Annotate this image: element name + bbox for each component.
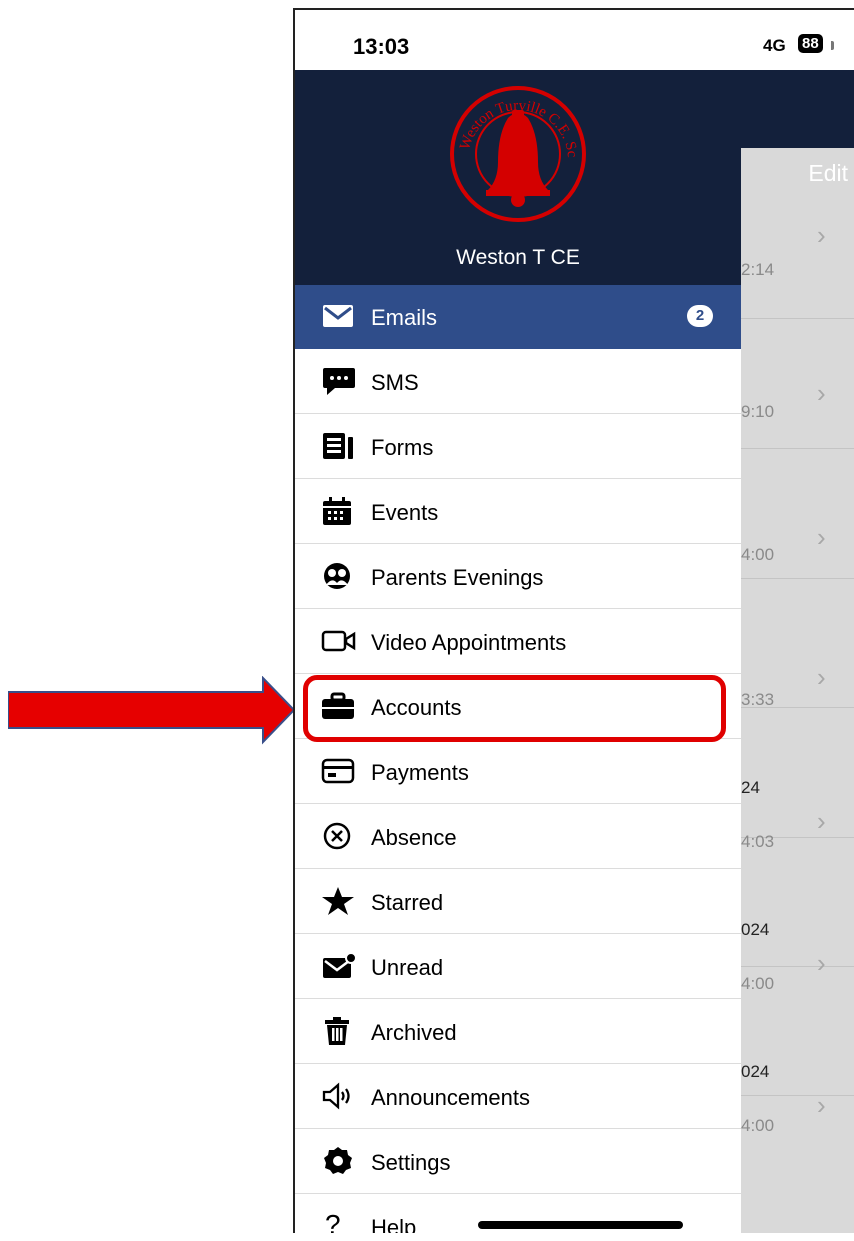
message-time: 3:33: [741, 690, 775, 709]
menu-item-video-appointments[interactable]: Video Appointments: [295, 610, 741, 674]
battery-tip: [831, 41, 834, 50]
menu-item-label: Starred: [371, 890, 444, 915]
background-header: Edit: [741, 70, 854, 186]
question-icon: ?: [325, 1209, 341, 1233]
message-date: 24: [741, 778, 760, 797]
mail-icon: [321, 301, 357, 331]
status-time: 13:03: [353, 34, 410, 59]
calendar-icon: [321, 496, 357, 526]
message-date: 024: [741, 1062, 770, 1081]
menu-item-settings[interactable]: Settings: [295, 1130, 741, 1194]
chevron-right-icon[interactable]: ›: [817, 806, 826, 837]
unread-mail-icon: [321, 951, 357, 981]
chevron-right-icon[interactable]: ›: [817, 522, 826, 553]
message-time: 4:00: [741, 545, 775, 564]
chevron-right-icon[interactable]: ›: [817, 1090, 826, 1121]
menu-item-label: Help: [371, 1215, 417, 1233]
menu-item-label: Parents Evenings: [371, 565, 544, 590]
school-name: Weston T CE: [456, 246, 580, 269]
people-icon: [321, 561, 357, 591]
menu-item-label: Emails: [371, 305, 438, 330]
chevron-right-icon[interactable]: ›: [817, 948, 826, 979]
menu-item-label: SMS: [371, 370, 419, 395]
menu-item-label: Archived: [371, 1020, 457, 1045]
message-date: 024: [741, 920, 770, 939]
menu-item-unread[interactable]: Unread: [295, 935, 741, 999]
menu-item-emails[interactable]: Emails 2: [295, 285, 741, 349]
message-time: 4:00: [741, 1116, 775, 1135]
menu-item-sms[interactable]: SMS: [295, 350, 741, 414]
school-logo: Weston Turville C.E. School: [442, 70, 590, 237]
annotation-highlight-box: [303, 675, 726, 742]
menu-item-label: Forms: [371, 435, 434, 460]
menu-item-label: Absence: [371, 825, 457, 850]
star-icon: [321, 886, 357, 916]
x-circle-icon: [321, 821, 357, 851]
menu-item-absence[interactable]: Absence: [295, 805, 741, 869]
trash-icon: [321, 1016, 357, 1046]
speaker-icon: [321, 1081, 357, 1111]
gear-icon: [321, 1146, 357, 1176]
message-time: 2:14: [741, 260, 775, 279]
menu-item-starred[interactable]: Starred: [295, 870, 741, 934]
message-time: 9:10: [741, 402, 775, 421]
chat-bubble-icon: [321, 366, 357, 396]
menu-item-label: Unread: [371, 955, 444, 980]
menu-item-forms[interactable]: Forms: [295, 415, 741, 479]
message-time: 4:00: [741, 974, 775, 993]
chevron-right-icon[interactable]: ›: [817, 378, 826, 409]
background-message-list: Edit 2:14 › 9:10 › 4:00 › 3:33 › 24 4:03…: [741, 10, 854, 1233]
menu-item-label: Video Appointments: [371, 630, 567, 655]
edit-button[interactable]: Edit: [808, 160, 848, 187]
menu-item-label: Payments: [371, 760, 469, 785]
chevron-right-icon[interactable]: ›: [817, 220, 826, 251]
form-icon: [321, 431, 357, 461]
menu-item-events[interactable]: Events: [295, 480, 741, 544]
menu-item-label: Events: [371, 500, 439, 525]
phone-screen: Edit 2:14 › 9:10 › 4:00 › 3:33 › 24 4:03…: [293, 8, 854, 1233]
menu-item-announcements[interactable]: Announcements: [295, 1065, 741, 1129]
unread-count-badge: 2: [687, 305, 713, 327]
menu-item-payments[interactable]: Payments: [295, 740, 741, 804]
video-camera-icon: [321, 626, 357, 656]
network-indicator: 4G: [763, 36, 786, 55]
chevron-right-icon[interactable]: ›: [817, 662, 826, 693]
menu-item-label: Settings: [371, 1150, 451, 1175]
menu-item-parents-evenings[interactable]: Parents Evenings: [295, 545, 741, 609]
annotation-arrow: [7, 675, 298, 751]
side-drawer: 13:03 Weston Turville C.E. School: [295, 10, 741, 1233]
status-bar: 13:03: [295, 10, 741, 70]
battery-indicator: 88: [798, 34, 823, 53]
menu-item-archived[interactable]: Archived: [295, 1000, 741, 1064]
drawer-header: Weston Turville C.E. School Weston T CE: [295, 70, 741, 285]
home-indicator[interactable]: [478, 1221, 683, 1229]
menu-item-label: Announcements: [371, 1085, 530, 1110]
credit-card-icon: [321, 756, 357, 786]
message-time: 4:03: [741, 832, 775, 851]
